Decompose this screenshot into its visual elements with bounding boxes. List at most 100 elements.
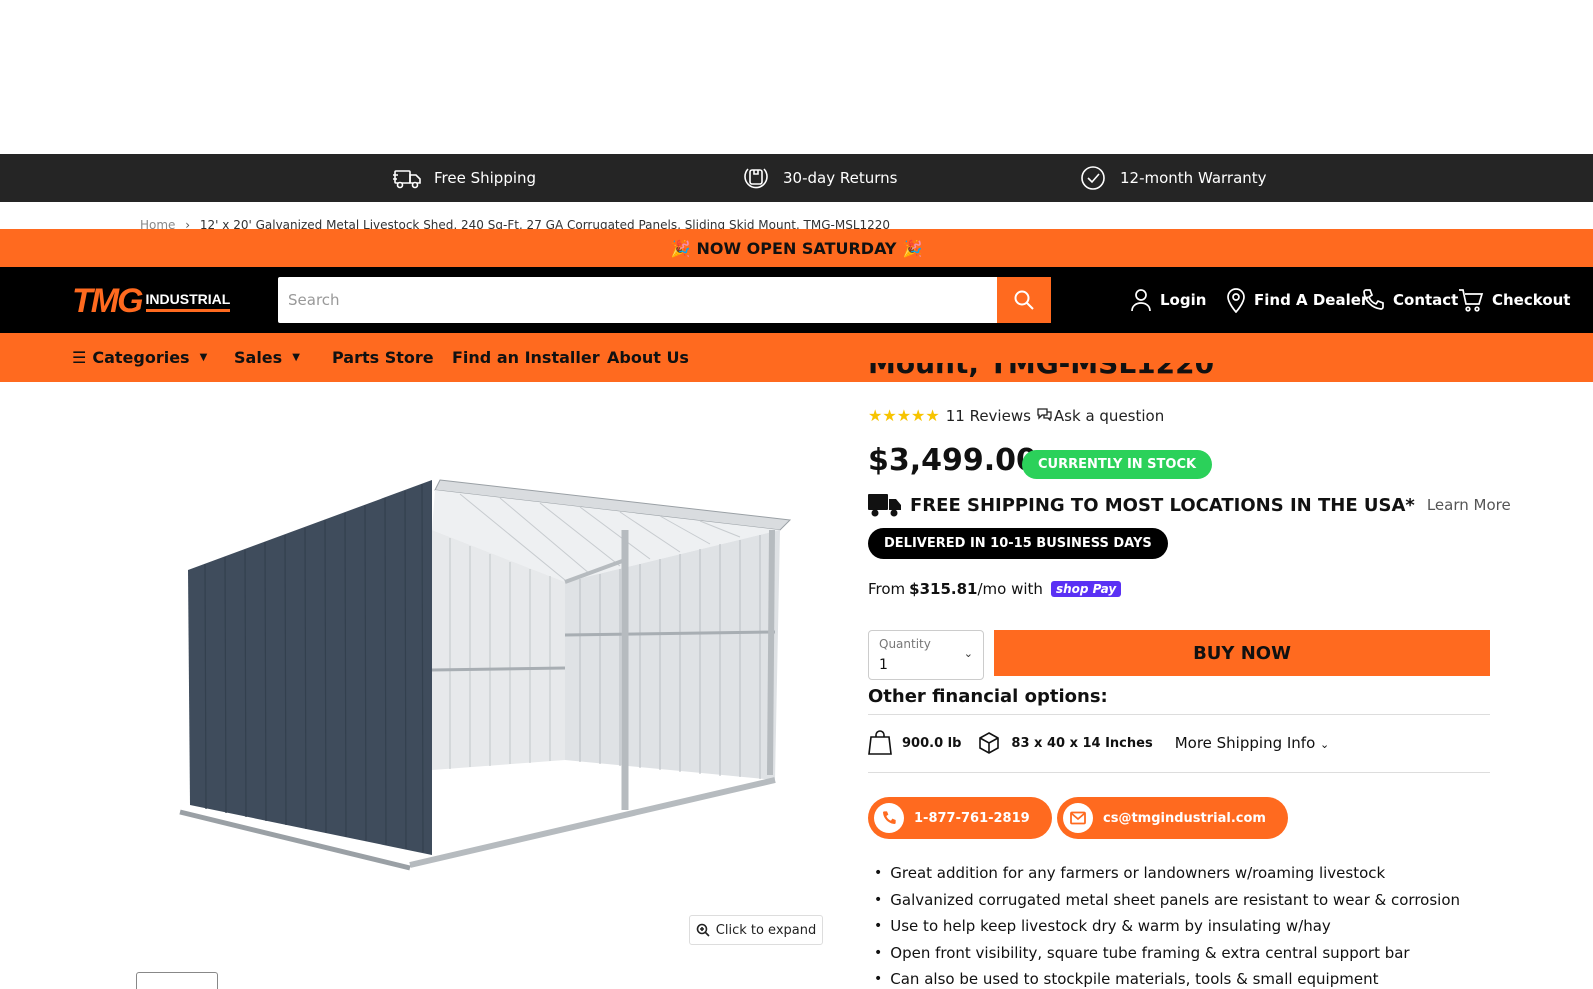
- phone-icon: [1363, 289, 1384, 310]
- feature-item: Open front visibility, square tube frami…: [874, 940, 1460, 967]
- benefit-label: 30-day Returns: [783, 169, 898, 187]
- find-dealer-label: Find A Dealer: [1254, 291, 1369, 309]
- truck-icon: [393, 170, 421, 189]
- search-icon: [1014, 290, 1034, 310]
- logo-text: INDUSTRIAL: [145, 291, 231, 312]
- product-price: $3,499.00: [868, 443, 1037, 478]
- ad-space: [0, 0, 1593, 154]
- zoom-icon: [696, 923, 710, 937]
- nav-label: Parts Store: [332, 348, 434, 367]
- benefits-bar: Free Shipping 30-day Returns 12-month Wa…: [0, 154, 1593, 202]
- financing-suffix: /mo with: [977, 580, 1043, 598]
- quantity-value: 1: [879, 657, 888, 673]
- click-to-expand-button[interactable]: Click to expand: [689, 915, 823, 945]
- product-image[interactable]: [170, 470, 810, 890]
- financing-line: From $315.81/mo with shop Pay: [868, 580, 1122, 598]
- main-nav: ☰ Categories ▼ Sales ▼ Parts Store Find …: [0, 333, 1593, 382]
- quantity-select[interactable]: Quantity 1 ⌄: [868, 630, 984, 680]
- nav-label: Categories: [92, 348, 190, 367]
- nav-find-installer[interactable]: Find an Installer: [452, 333, 600, 382]
- feature-item: Galvanized corrugated metal sheet panels…: [874, 887, 1460, 914]
- breadcrumb-home-link[interactable]: Home: [140, 218, 175, 229]
- search-input[interactable]: [278, 277, 997, 323]
- more-shipping-label: More Shipping Info: [1174, 734, 1316, 752]
- nav-parts-store[interactable]: Parts Store: [332, 333, 434, 382]
- weight-bag-icon: [868, 730, 892, 755]
- find-dealer-link[interactable]: Find A Dealer: [1226, 267, 1368, 333]
- envelope-icon: [1063, 803, 1093, 833]
- chevron-down-icon: ▼: [292, 352, 300, 363]
- breadcrumb-separator: ›: [185, 218, 191, 229]
- search-box: [278, 277, 1051, 323]
- contact-label: Contact: [1393, 291, 1459, 309]
- nav-categories[interactable]: ☰ Categories ▼: [72, 333, 207, 382]
- menu-icon: ☰: [72, 348, 87, 367]
- login-link[interactable]: Login: [1130, 267, 1206, 333]
- logo-mark: TMG: [72, 281, 144, 320]
- user-icon: [1131, 289, 1151, 312]
- benefit-label: Free Shipping: [434, 169, 537, 187]
- shipping-specs: 900.0 lb 83 x 40 x 14 Inches More Shippi…: [868, 730, 1329, 756]
- breadcrumb: Home › 12' x 20' Galvanized Metal Livest…: [140, 216, 890, 229]
- quantity-label: Quantity: [879, 637, 931, 651]
- site-header: TMG INDUSTRIAL Login Find A Dealer Conta…: [0, 267, 1593, 333]
- feature-item: Use to help keep livestock dry & warm by…: [874, 913, 1460, 940]
- phone-button[interactable]: 1-877-761-2819: [868, 797, 1052, 839]
- dimensions-value: 83 x 40 x 14 Inches: [1011, 735, 1153, 751]
- cart-icon: [1459, 289, 1484, 312]
- returns-icon: [744, 168, 768, 189]
- benefit-warranty: 12-month Warranty: [1078, 154, 1267, 202]
- nav-label: Sales: [234, 348, 283, 367]
- more-shipping-info-link[interactable]: More Shipping Info ⌄: [1175, 734, 1330, 752]
- phone-number: 1-877-761-2819: [914, 810, 1030, 826]
- product-thumbnail[interactable]: [136, 972, 218, 989]
- promo-bar[interactable]: 🎉 NOW OPEN SATURDAY 🎉: [0, 229, 1593, 267]
- search-button[interactable]: [997, 277, 1051, 323]
- divider: [868, 714, 1490, 715]
- chevron-down-icon: ▼: [199, 352, 208, 363]
- other-financial-heading: Other financial options:: [868, 686, 1108, 707]
- chevron-down-icon: ⌄: [1320, 738, 1330, 751]
- weight-value: 900.0 lb: [902, 735, 962, 751]
- feature-item: Great addition for any farmers or landow…: [874, 860, 1460, 887]
- stock-badge: CURRENTLY IN STOCK: [1022, 450, 1213, 479]
- breadcrumb-current: 12' x 20' Galvanized Metal Livestock She…: [199, 218, 891, 229]
- buy-now-button[interactable]: BUY NOW: [994, 630, 1490, 676]
- check-circle-icon: [1081, 166, 1105, 190]
- reviews-link[interactable]: 11 Reviews: [946, 407, 1031, 425]
- nav-sales[interactable]: Sales ▼: [234, 333, 300, 382]
- financing-prefix: From: [868, 580, 906, 598]
- divider: [868, 772, 1490, 773]
- nav-label: About Us: [607, 348, 689, 367]
- checkout-label: Checkout: [1492, 291, 1571, 309]
- email-button[interactable]: cs@tmgindustrial.com: [1057, 797, 1288, 839]
- learn-more-link[interactable]: Learn More: [1427, 496, 1511, 514]
- nav-about-us[interactable]: About Us: [607, 333, 689, 382]
- party-popper-icon: 🎉: [670, 238, 691, 258]
- product-title-text: Mount, TMG-MSL1220: [868, 363, 1215, 380]
- benefit-returns: 30-day Returns: [741, 154, 897, 202]
- contact-link[interactable]: Contact: [1361, 267, 1458, 333]
- email-address: cs@tmgindustrial.com: [1103, 810, 1266, 826]
- shop-pay-logo[interactable]: shop Pay: [1050, 581, 1122, 597]
- shipping-notice: FREE SHIPPING TO MOST LOCATIONS IN THE U…: [868, 492, 1511, 518]
- checkout-link[interactable]: Checkout: [1458, 267, 1570, 333]
- benefit-label: 12-month Warranty: [1120, 169, 1267, 187]
- product-rating: ★★★★★ 11 Reviews Ask a question: [868, 406, 1164, 425]
- promo-text: NOW OPEN SATURDAY: [696, 238, 897, 258]
- login-label: Login: [1160, 291, 1207, 309]
- party-popper-icon: 🎉: [902, 238, 923, 258]
- benefit-free-shipping: Free Shipping: [392, 154, 536, 202]
- map-pin-icon: [1227, 288, 1245, 313]
- feature-item: Can also be used to stockpile materials,…: [874, 966, 1460, 989]
- ask-question-link[interactable]: Ask a question: [1054, 407, 1164, 425]
- delivery-truck-icon: [868, 494, 901, 517]
- phone-icon: [874, 803, 904, 833]
- nav-label: Find an Installer: [452, 348, 600, 367]
- product-title: Mount, TMG-MSL1220: [868, 363, 1214, 382]
- feature-list: Great addition for any farmers or landow…: [874, 860, 1460, 989]
- expand-label: Click to expand: [715, 922, 817, 938]
- shipping-text: FREE SHIPPING TO MOST LOCATIONS IN THE U…: [910, 494, 1415, 516]
- rating-stars[interactable]: ★★★★★: [868, 406, 940, 425]
- logo[interactable]: TMG INDUSTRIAL: [72, 281, 231, 320]
